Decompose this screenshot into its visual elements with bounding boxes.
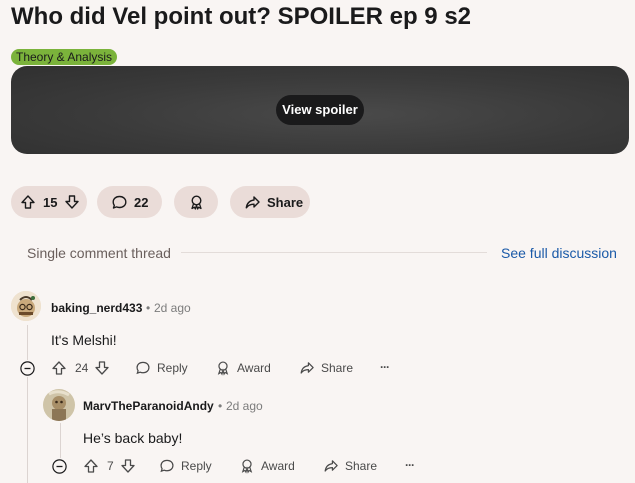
share-arrow-icon bbox=[244, 194, 261, 211]
comment-text: He’s back baby! bbox=[83, 430, 183, 446]
award-icon bbox=[188, 194, 205, 211]
comment-timestamp: 2d ago bbox=[226, 399, 263, 413]
comment-timestamp: 2d ago bbox=[154, 301, 191, 315]
upvote-icon[interactable] bbox=[83, 458, 99, 474]
vote-pill: 15 bbox=[11, 186, 87, 218]
thread-divider bbox=[181, 252, 487, 253]
share-button[interactable]: Share bbox=[230, 186, 310, 218]
post-title: Who did Vel point out? SPOILER ep 9 s2 bbox=[11, 3, 472, 30]
share-button[interactable]: Share bbox=[323, 458, 377, 474]
reply-button[interactable]: Reply bbox=[135, 360, 188, 376]
comment-bubble-icon bbox=[135, 360, 151, 376]
avatar[interactable] bbox=[11, 291, 41, 321]
comments-button[interactable]: 22 bbox=[97, 186, 162, 218]
share-label: Share bbox=[267, 194, 304, 210]
comment-author[interactable]: baking_nerd433 bbox=[51, 301, 142, 315]
award-icon bbox=[215, 360, 231, 376]
award-label: Award bbox=[261, 459, 295, 473]
share-label: Share bbox=[321, 361, 354, 375]
thread-line[interactable] bbox=[27, 325, 28, 360]
collapse-thread-icon[interactable] bbox=[20, 361, 35, 376]
dot-separator: • bbox=[146, 301, 151, 315]
award-button[interactable] bbox=[174, 186, 218, 218]
downvote-icon[interactable] bbox=[120, 458, 136, 474]
upvote-icon[interactable] bbox=[20, 194, 36, 210]
share-button[interactable]: Share bbox=[299, 360, 353, 376]
thread-line[interactable] bbox=[27, 377, 28, 483]
comment-author[interactable]: MarvTheParanoidAndy bbox=[83, 399, 214, 413]
comment-text: It's Melshi! bbox=[51, 332, 117, 348]
comment-bubble-icon bbox=[111, 194, 128, 211]
see-full-discussion-link[interactable]: See full discussion bbox=[501, 245, 617, 261]
comment-vote-count: 24 bbox=[75, 361, 89, 375]
comment-vote-count: 7 bbox=[107, 459, 114, 473]
upvote-icon[interactable] bbox=[51, 360, 67, 376]
avatar[interactable] bbox=[43, 389, 75, 421]
view-spoiler-button[interactable]: View spoiler bbox=[276, 95, 364, 125]
single-thread-label: Single comment thread bbox=[27, 245, 171, 261]
comment-vote-group: 7 bbox=[83, 458, 136, 474]
award-button[interactable]: Award bbox=[215, 360, 271, 376]
comment-bubble-icon bbox=[159, 458, 175, 474]
share-arrow-icon bbox=[323, 458, 339, 474]
comment-count: 22 bbox=[134, 194, 149, 210]
comment-vote-group: 24 bbox=[51, 360, 110, 376]
more-options-button[interactable]: ··· bbox=[405, 458, 415, 472]
reply-label: Reply bbox=[181, 459, 212, 473]
downvote-icon[interactable] bbox=[64, 194, 80, 210]
thread-line[interactable] bbox=[60, 423, 61, 458]
award-label: Award bbox=[237, 361, 271, 375]
reply-label: Reply bbox=[157, 361, 188, 375]
dot-separator: • bbox=[218, 399, 223, 413]
award-icon bbox=[239, 458, 255, 474]
reply-button[interactable]: Reply bbox=[159, 458, 212, 474]
vote-count: 15 bbox=[43, 194, 58, 210]
share-arrow-icon bbox=[299, 360, 315, 376]
post-flair[interactable]: Theory & Analysis bbox=[11, 49, 118, 65]
award-button[interactable]: Award bbox=[239, 458, 295, 474]
downvote-icon[interactable] bbox=[94, 360, 110, 376]
collapse-thread-icon[interactable] bbox=[52, 459, 67, 474]
more-options-button[interactable]: ··· bbox=[380, 360, 390, 374]
share-label: Share bbox=[345, 459, 378, 473]
